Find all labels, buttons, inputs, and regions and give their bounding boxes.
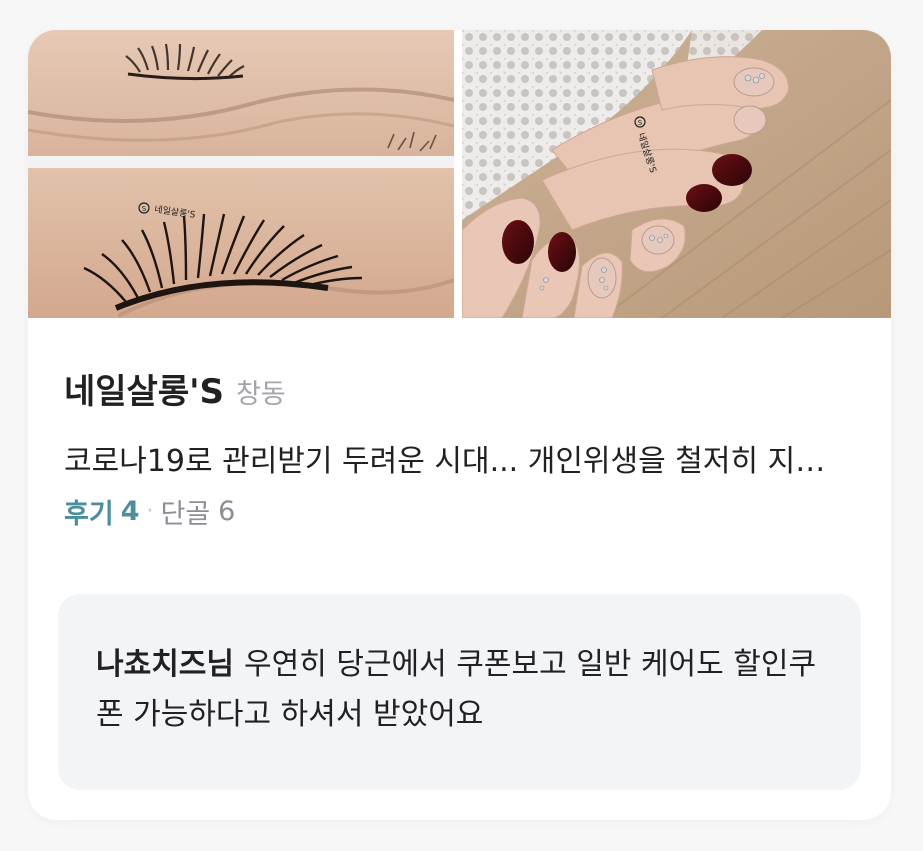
review-label: 후기: [64, 499, 114, 530]
regular-customer-label: 단골: [160, 499, 211, 530]
stats-separator: ·: [146, 499, 154, 524]
review-preview[interactable]: 나쵸치즈님 우연히 당근에서 쿠폰보고 일반 케어도 할인쿠폰 가능하다고 하셔서…: [58, 594, 861, 790]
shop-name[interactable]: 네일살롱'S: [64, 364, 224, 413]
eyelash-photo[interactable]: S 네일살롱'S: [28, 30, 454, 318]
shop-title-row: 네일살롱'S 창동: [64, 364, 855, 422]
review-author: 나쵸치즈님: [96, 647, 234, 682]
shop-description: 코로나19로 관리받기 두려운 시대... 개인위생을 철저히 지키는 1인샵입…: [64, 444, 834, 479]
shop-stats: 후기 4 · 단골 6: [64, 492, 855, 531]
shop-location: 창동: [236, 379, 286, 410]
shop-card[interactable]: S 네일살롱'S S 네일살롱'S 네일살롱'S 창동 코로나19로 관리받기 …: [28, 30, 891, 820]
nail-photo[interactable]: S 네일살롱'S: [462, 30, 891, 318]
review-count: 4: [120, 496, 140, 527]
shop-info: 네일살롱'S 창동 코로나19로 관리받기 두려운 시대... 개인위생을 철저…: [64, 364, 855, 531]
photo-gallery[interactable]: S 네일살롱'S S 네일살롱'S: [28, 30, 891, 318]
svg-text:S: S: [142, 205, 147, 213]
regular-customer-count: 6: [218, 496, 236, 527]
svg-text:S: S: [638, 119, 643, 127]
review-content: 나쵸치즈님 우연히 당근에서 쿠폰보고 일반 케어도 할인쿠폰 가능하다고 하셔서…: [96, 640, 821, 740]
